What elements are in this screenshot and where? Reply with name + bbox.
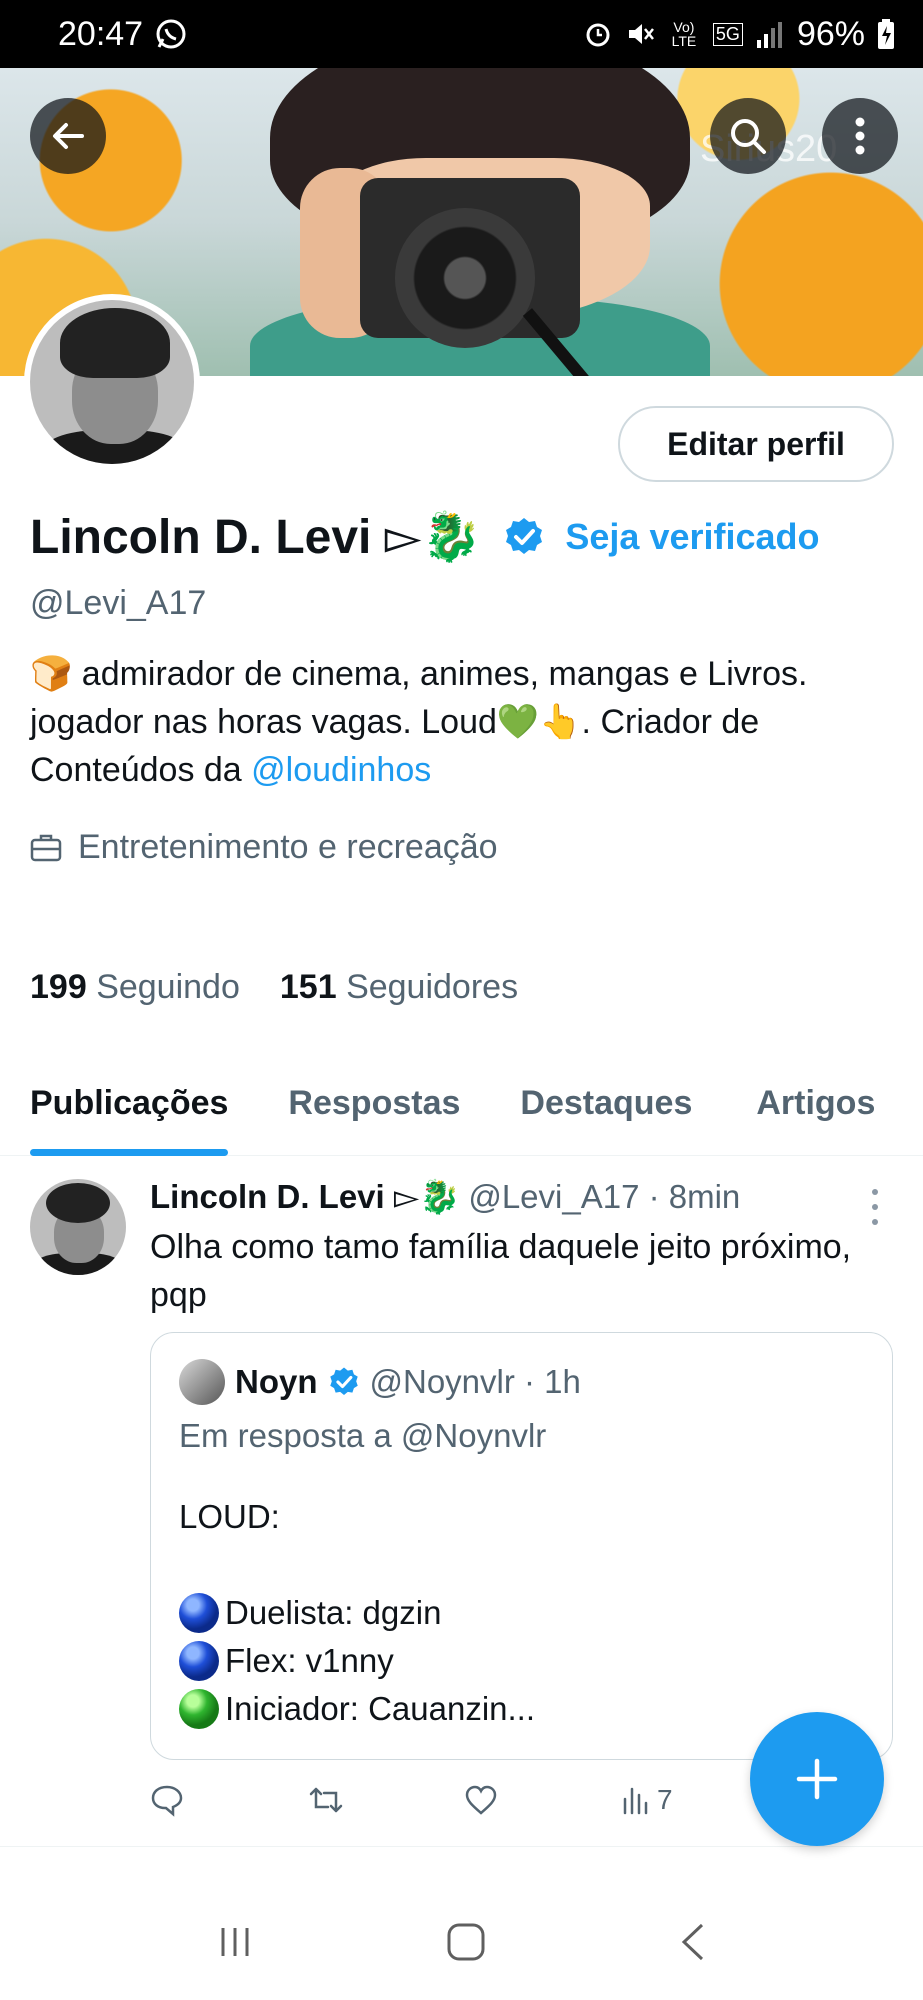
like-button[interactable]	[464, 1784, 621, 1816]
recent-apps-button[interactable]	[215, 1922, 255, 1967]
briefcase-icon	[30, 834, 62, 861]
status-bar: 20:47 Vo) LTE 5G 96%	[0, 0, 923, 68]
profile-tabs: Publicações Respostas Destaques Artigos	[0, 1070, 923, 1156]
verified-badge-icon	[329, 1367, 358, 1395]
quote-reply-to: Em resposta a @Noynvlr	[179, 1417, 547, 1454]
system-back-button[interactable]	[678, 1921, 708, 1968]
profile-bio: 🍞 admirador de cinema, animes, mangas e …	[30, 650, 900, 794]
home-button[interactable]	[445, 1921, 487, 1968]
reply-button[interactable]	[150, 1783, 307, 1817]
signal-icon	[755, 20, 785, 48]
clock: 20:47	[58, 14, 144, 53]
plus-icon	[796, 1758, 838, 1800]
quote-line-text: Flex: v1nny	[225, 1642, 394, 1679]
profile-name-row: Lincoln D. Levi ▻🐉 Seja verificado	[30, 508, 820, 565]
blue-circle-icon	[179, 1641, 219, 1681]
blue-circle-icon	[179, 1593, 219, 1633]
quote-author-name: Noyn	[235, 1363, 318, 1400]
quote-line: Iniciador: Cauanzin...	[179, 1685, 535, 1733]
following-label: Seguindo	[96, 968, 240, 1006]
5g-icon: 5G	[712, 22, 743, 46]
tab-destaques[interactable]: Destaques	[520, 1070, 692, 1156]
profile-category: Entretenimento e recreação	[30, 828, 498, 867]
volte-icon: Vo) LTE	[671, 19, 697, 49]
green-circle-icon	[179, 1689, 219, 1729]
bio-mention-link[interactable]: @loudinhos	[251, 751, 431, 789]
more-vertical-icon	[855, 117, 865, 155]
chevron-left-icon	[681, 1923, 703, 1960]
post-author-avatar[interactable]	[30, 1179, 126, 1275]
post-more-button[interactable]	[860, 1187, 890, 1227]
repost-button[interactable]	[307, 1783, 464, 1817]
battery-charging-icon	[877, 19, 895, 49]
followers-link[interactable]: 151 Seguidores	[280, 968, 518, 1007]
profile-handle: @Levi_A17	[30, 584, 207, 622]
tab-publicacoes[interactable]: Publicações	[30, 1070, 229, 1156]
mute-icon	[625, 19, 655, 49]
tab-respostas[interactable]: Respostas	[288, 1070, 460, 1156]
quote-header-line: LOUD:	[179, 1498, 280, 1535]
verified-badge-icon	[503, 516, 545, 558]
post-text: Olha como tamo família daquele jeito pró…	[150, 1228, 852, 1314]
search-icon	[731, 119, 766, 154]
quote-line-text: Iniciador: Cauanzin...	[225, 1690, 536, 1727]
alarm-icon	[583, 19, 613, 49]
profile-name: Lincoln D. Levi ▻🐉	[30, 511, 482, 564]
post-meta: @Levi_A17 · 8min	[468, 1178, 741, 1215]
reply-icon	[151, 1785, 183, 1817]
compose-post-button[interactable]	[750, 1712, 884, 1846]
views-count: 7	[657, 1784, 673, 1815]
whatsapp-icon	[155, 18, 187, 50]
quote-author-avatar	[179, 1359, 225, 1405]
tab-artigos[interactable]: Artigos	[756, 1070, 875, 1156]
quote-line-text: Duelista: dgzin	[225, 1594, 442, 1631]
arrow-left-icon	[53, 123, 84, 149]
edit-profile-button[interactable]: Editar perfil	[618, 406, 894, 482]
profile-avatar[interactable]	[24, 294, 200, 470]
followers-label: Seguidores	[346, 968, 519, 1006]
more-options-button[interactable]	[822, 98, 898, 174]
heart-icon	[465, 1785, 497, 1815]
system-navigation-bar	[0, 1888, 923, 2000]
following-link[interactable]: 199 Seguindo	[30, 968, 240, 1007]
following-count: 199	[30, 968, 87, 1006]
bar-chart-icon	[623, 1787, 648, 1815]
quote-line: Flex: v1nny	[179, 1637, 535, 1685]
quote-body: LOUD: Duelista: dgzin Flex: v1nny Inicia…	[179, 1493, 535, 1733]
recents-icon	[221, 1927, 249, 1956]
follow-counts: 199 Seguindo 151 Seguidores	[30, 968, 518, 1007]
home-square-icon	[447, 1923, 485, 1960]
search-button[interactable]	[710, 98, 786, 174]
post-actions: 7	[150, 1783, 850, 1817]
followers-count: 151	[279, 968, 337, 1006]
back-button[interactable]	[30, 98, 106, 174]
get-verified-link[interactable]: Seja verificado	[565, 516, 819, 558]
quote-header: Noyn @Noynvlr · 1h	[179, 1359, 581, 1405]
repost-icon	[309, 1787, 343, 1813]
battery-percent: 96%	[796, 14, 865, 53]
category-label: Entretenimento e recreação	[78, 828, 498, 866]
quote-line: Duelista: dgzin	[179, 1589, 535, 1637]
quoted-post[interactable]: Noyn @Noynvlr · 1h Em resposta a @Noynvl…	[150, 1332, 893, 1760]
quote-meta: @Noynvlr · 1h	[369, 1363, 581, 1400]
post-author-name[interactable]: Lincoln D. Levi ▻🐉	[150, 1177, 460, 1217]
post-header: Lincoln D. Levi ▻🐉 @Levi_A17 · 8min	[150, 1177, 870, 1217]
